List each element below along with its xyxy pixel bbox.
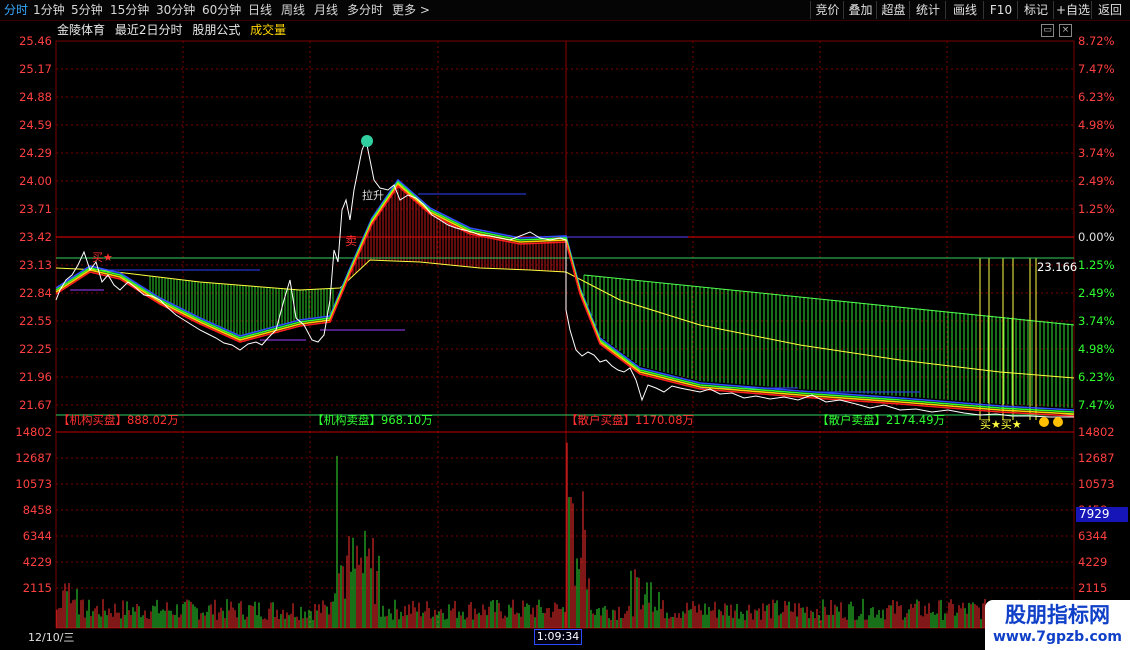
- volume-tick-right: 6344: [1078, 529, 1107, 543]
- percent-tick-label: 3.74%: [1078, 314, 1115, 328]
- volume-tick-left: 10573: [15, 477, 52, 491]
- watermark-url: www.7gpzb.com: [992, 629, 1122, 645]
- percent-tick-label: 2.49%: [1078, 286, 1115, 300]
- price-tick-label: 22.25: [19, 342, 52, 356]
- bottom-buy-flags: 买★买★: [980, 418, 1022, 431]
- time-cursor-label: 1:09:34: [534, 629, 582, 645]
- percent-tick-label: 7.47%: [1078, 62, 1115, 76]
- volume-tick-left: 12687: [15, 451, 52, 465]
- level-price-label: 23.166: [1037, 260, 1077, 274]
- trend-band-line: [55, 178, 1075, 411]
- price-line: [55, 138, 1074, 418]
- price-tick-label: 23.42: [19, 230, 52, 244]
- trend-band-line: [55, 184, 1075, 417]
- volume-tick-left: 2115: [23, 581, 52, 595]
- volume-tick-left: 14802: [15, 425, 52, 439]
- price-tick-label: 24.00: [19, 174, 52, 188]
- percent-tick-label: 0.00%: [1078, 230, 1115, 244]
- volume-tick-right: 14802: [1078, 425, 1115, 439]
- volume-tick-left: 4229: [23, 555, 52, 569]
- gold-coin-icon: [1039, 417, 1049, 427]
- gold-coin-icon: [1053, 417, 1063, 427]
- volume-tick-right: 10573: [1078, 477, 1115, 491]
- price-tick-label: 24.29: [19, 146, 52, 160]
- flow-label: 【机构买盘】888.02万: [58, 413, 179, 427]
- price-tick-label: 25.17: [19, 62, 52, 76]
- volume-cursor-value: 7929: [1076, 507, 1128, 522]
- date-label: 12/10/三: [28, 629, 75, 645]
- price-tick-label: 23.71: [19, 202, 52, 216]
- percent-tick-label: 7.47%: [1078, 398, 1115, 412]
- volume-tick-right: 2115: [1078, 581, 1107, 595]
- flow-label: 【散户买盘】1170.08万: [566, 413, 694, 427]
- flow-label: 【散户卖盘】2174.49万: [817, 413, 945, 427]
- price-tick-label: 21.96: [19, 370, 52, 384]
- price-tick-label: 21.67: [19, 398, 52, 412]
- buy-signal-marker: 买★: [92, 251, 113, 264]
- pull-up-label: 拉升: [362, 188, 384, 202]
- percent-tick-label: 4.98%: [1078, 342, 1115, 356]
- price-tick-label: 22.84: [19, 286, 52, 300]
- peak-marker-icon: [361, 135, 373, 147]
- price-tick-label: 23.13: [19, 258, 52, 272]
- percent-tick-label: 2.49%: [1078, 174, 1115, 188]
- percent-tick-label: 1.25%: [1078, 202, 1115, 216]
- sell-signal-marker: 卖: [345, 234, 357, 248]
- watermark-logo: 股朋指标网 www.7gpzb.com: [985, 600, 1130, 650]
- price-tick-label: 22.55: [19, 314, 52, 328]
- price-tick-label: 25.46: [19, 34, 52, 48]
- percent-tick-label: 3.74%: [1078, 146, 1115, 160]
- volume-tick-right: 12687: [1078, 451, 1115, 465]
- flow-label: 【机构卖盘】968.10万: [312, 413, 433, 427]
- percent-tick-label: 6.23%: [1078, 90, 1115, 104]
- average-price-line: [55, 259, 1075, 379]
- volume-tick-left: 6344: [23, 529, 52, 543]
- volume-tick-right: 4229: [1078, 555, 1107, 569]
- price-tick-label: 24.59: [19, 118, 52, 132]
- watermark-title: 股朋指标网: [1005, 603, 1110, 627]
- flow-top-edge: [583, 274, 1075, 326]
- percent-tick-label: 4.98%: [1078, 118, 1115, 132]
- trend-band-line: [55, 182, 1075, 415]
- volume-tick-left: 8458: [23, 503, 52, 517]
- percent-tick-label: 1.25%: [1078, 258, 1115, 272]
- percent-tick-label: 8.72%: [1078, 34, 1115, 48]
- intraday-chart[interactable]: 25.46 25.17 24.88 24.59 24.29 24.00 23.71 23.42…: [0, 0, 1130, 650]
- price-tick-label: 24.88: [19, 90, 52, 104]
- percent-tick-label: 6.23%: [1078, 370, 1115, 384]
